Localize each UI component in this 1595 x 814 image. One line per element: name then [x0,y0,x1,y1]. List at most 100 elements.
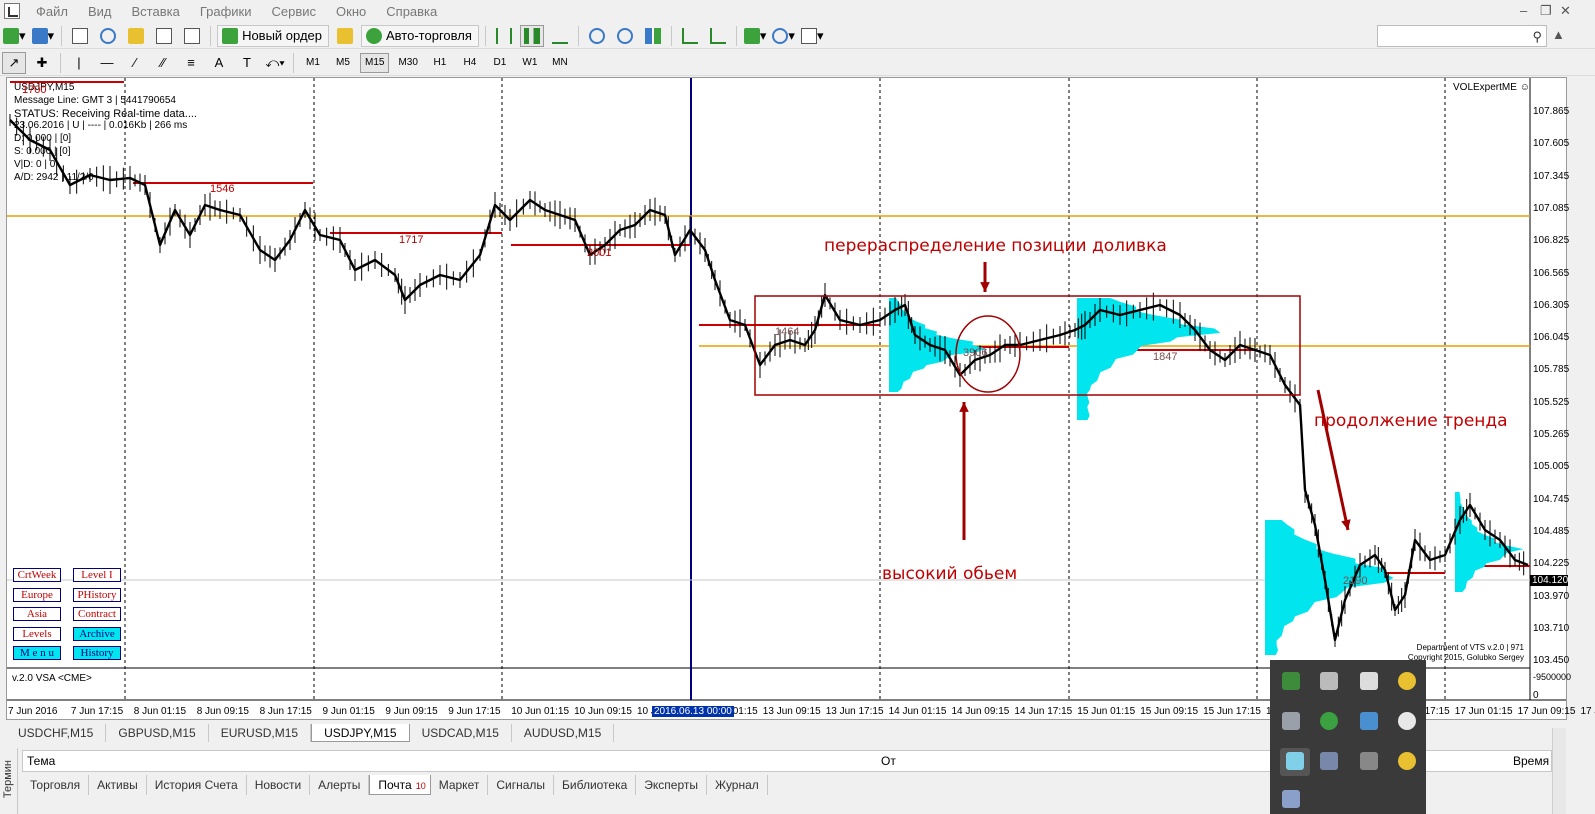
symbol-tab[interactable]: USDCAD,M15 [410,724,512,742]
price-scale-label: 103.970 [1533,590,1570,602]
cursor-time-label: 2016.06.13 00:00 [652,706,734,717]
terminal-tab[interactable]: Сигналы [488,775,555,795]
time-scale-label: 17 Jun 09:15 [1517,706,1576,717]
symbol-tab[interactable]: USDJPY,M15 [311,724,410,742]
price-scale-label: 104.485 [1533,525,1570,537]
volume-label: 2190 [1343,575,1368,587]
wifi-tray-icon[interactable] [1360,752,1378,770]
price-scale-label: 104.745 [1533,493,1570,505]
time-scale-label: 14 Jun 09:15 [951,706,1010,717]
volume-label: 1546 [210,183,235,195]
terminal-tab-label: Алерты [318,778,361,792]
symbol-tab[interactable]: AUDUSD,M15 [512,724,615,742]
terminal-tab[interactable]: Новости [247,775,311,795]
info-line: Message Line: GMT 3 | 5441790654 [14,94,176,106]
mail-count-badge: 10 [415,781,426,791]
column-from[interactable]: От [881,754,896,768]
mail-tray-icon[interactable] [1282,790,1300,808]
terminal-tab[interactable]: Алерты [310,775,370,795]
time-scale-label: 8 Jun 09:15 [196,706,249,717]
info-line: S: 0.000 | [0] [14,145,71,157]
nvidia-tray-icon[interactable] [1282,672,1300,690]
terminal-tab-label: Сигналы [496,778,546,792]
globe-tray-icon[interactable] [1320,712,1338,730]
symbol-tab[interactable]: GBPUSD,M15 [106,724,209,742]
price-scale-label: 107.605 [1533,138,1570,150]
time-scale-label: 9 Jun 17:15 [448,706,501,717]
volume-label: 2001 [587,247,612,259]
price-scale-label: 105.265 [1533,429,1570,440]
terminal-tab[interactable]: Маркет [431,775,489,795]
info-line: STATUS: Receiving Real-time data.... [14,107,197,120]
symbol-tab[interactable]: EURUSD,M15 [209,724,312,742]
copyright-line: Department of VTS v.2.0 | 971 [1416,643,1524,652]
terminal-tab[interactable]: Почта 10 [369,775,431,795]
column-time[interactable]: Время [1513,754,1549,768]
panel-button-history[interactable]: History [73,646,121,661]
terminal-tab[interactable]: Журнал [707,775,768,795]
time-scale-label: 17 Jun 01:15 [1454,706,1513,717]
volume-profile [1077,298,1221,420]
current-price-label: 104.120 [1530,575,1569,586]
time-scale-label: 17 Jun 17:15 [1580,706,1595,717]
terminal-tab-label: Маркет [438,778,480,792]
panel-button-archive[interactable]: Archive [73,626,121,641]
indicator-name: VOLExpertME ☺ [1453,82,1530,93]
info-line: D: 0.000 | [0] [14,133,72,145]
terminal-tab-label: Почта [378,778,412,792]
terminal-tab[interactable]: Активы [89,775,147,795]
time-scale-label: 9 Jun 01:15 [322,706,375,717]
time-scale-label: 14 Jun 01:15 [888,706,947,717]
terminal-tab-label: История Счета [154,778,238,792]
panel-button-leveli[interactable]: Level I [73,568,121,582]
panel-button-menu[interactable]: M e n u [13,646,61,661]
monitor-tray-icon[interactable] [1320,752,1338,770]
panel-button-europe[interactable]: Europe [13,587,61,602]
terminal-tab[interactable]: Эксперты [636,775,707,795]
info-line: V|D: 0 | 0 [14,158,56,170]
time-scale-label: 15 Jun 17:15 [1203,706,1261,717]
update-tray-icon[interactable] [1398,752,1416,770]
time-scale-label: 15 Jun 09:15 [1140,706,1199,717]
price-scale-label: 103.710 [1533,622,1570,634]
symbol-tabs: USDCHF,M15 GBPUSD,M15 EURUSD,M15 USDJPY,M15… [6,724,615,743]
smiley-icon: ☺ [1519,82,1530,93]
price-scale-label: 107.085 [1533,202,1570,214]
terminal-tab[interactable]: Библиотека [554,775,637,795]
volume-profile [889,298,986,392]
terminal-tab[interactable]: Торговля [22,775,90,795]
panel-button-contract[interactable]: Contract [73,607,121,622]
volume-label: 3906 [963,347,988,359]
terminal-scrollbar[interactable] [1552,728,1566,814]
volume-label: 1464 [775,326,800,338]
symbol-tab[interactable]: USDCHF,M15 [6,724,107,742]
bluetooth-tray-icon[interactable] [1360,712,1378,730]
time-scale-label: 13 Jun 09:15 [762,706,821,717]
network-tray-icon[interactable] [1282,712,1300,730]
price-scale-label: 106.565 [1533,267,1570,279]
annotation-high-volume: высокий обьем [882,564,1018,584]
cube-tray-icon[interactable] [1286,752,1304,770]
usb-tray-icon[interactable] [1320,672,1338,690]
panel-button-asia[interactable]: Asia [13,607,61,622]
price-scale-label: 107.865 [1533,106,1570,117]
chart-info-panel: USDJPY,M15 Message Line: GMT 3 | 5441790… [14,82,197,184]
panel-button-crtweek[interactable]: CrtWeek [13,568,61,582]
panel-button-levels[interactable]: Levels [13,626,61,641]
check-tray-icon[interactable] [1398,672,1416,690]
price-scale-label: 106.305 [1533,299,1570,311]
column-subject[interactable]: Тема [27,754,55,768]
volume-label: 1717 [399,234,424,246]
price-scale-label: 105.005 [1533,461,1570,473]
subwindow-scale-label: -9500000 [1533,672,1572,682]
info-line: A/D: 2942 | 11/2/0 [14,171,94,183]
indicator-window-label: v.2.0 VSA <CME> [12,673,92,684]
terminal-tab[interactable]: История Счета [147,775,247,795]
cloud-tray-icon[interactable] [1398,712,1416,730]
volume-profile [1455,492,1524,592]
panel-button-phistory[interactable]: PHistory [73,587,121,602]
drive-tray-icon[interactable] [1360,672,1378,690]
time-scale-label: 7 Jun 2016 [8,706,58,717]
system-tray-popup [1270,660,1426,814]
terminal-tab-label: Журнал [715,778,759,792]
